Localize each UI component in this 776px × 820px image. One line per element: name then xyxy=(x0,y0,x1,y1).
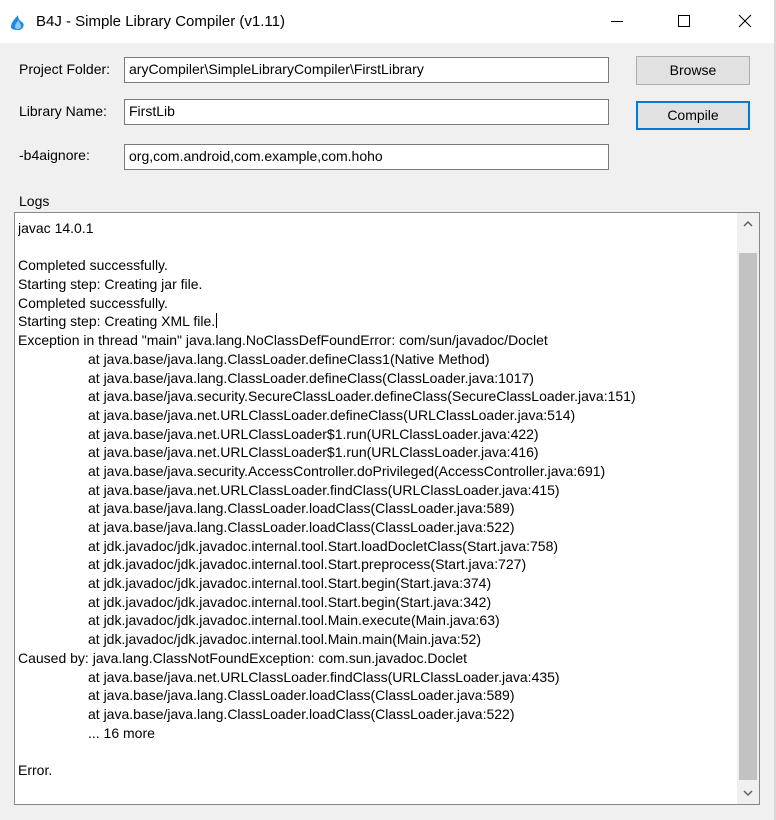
minimize-icon xyxy=(611,21,623,22)
scroll-down-button[interactable] xyxy=(737,782,759,804)
scroll-thumb[interactable] xyxy=(739,253,757,780)
log-line: at java.base/java.lang.ClassLoader.loadC… xyxy=(18,686,736,705)
log-line-text: at jdk.javadoc/jdk.javadoc.internal.tool… xyxy=(88,575,492,592)
log-line: at jdk.javadoc/jdk.javadoc.internal.tool… xyxy=(18,537,736,556)
log-line-text: at jdk.javadoc/jdk.javadoc.internal.tool… xyxy=(88,631,481,648)
log-line: at jdk.javadoc/jdk.javadoc.internal.tool… xyxy=(18,630,736,649)
log-line: at jdk.javadoc/jdk.javadoc.internal.tool… xyxy=(18,555,736,574)
close-button[interactable] xyxy=(722,0,768,43)
b4aignore-label: -b4aignore: xyxy=(19,147,90,163)
log-line: at java.base/java.net.URLClassLoader.def… xyxy=(18,406,736,425)
log-line-text: at jdk.javadoc/jdk.javadoc.internal.tool… xyxy=(88,556,527,573)
log-line-text: Starting step: Creating jar file. xyxy=(18,276,203,293)
log-line-text: Starting step: Creating XML file. xyxy=(18,313,216,330)
log-line-text: at java.base/java.net.URLClassLoader.fin… xyxy=(88,668,560,685)
log-line: Starting step: Creating XML file. xyxy=(18,312,736,331)
project-folder-value: aryCompiler\SimpleLibraryCompiler\FirstL… xyxy=(129,61,424,77)
b4aignore-input[interactable]: org,com.android,com.example,com.hoho xyxy=(124,144,609,170)
scroll-up-button[interactable] xyxy=(737,213,759,235)
log-line: Completed successfully. xyxy=(18,256,736,275)
log-line-text: at java.base/java.security.SecureClassLo… xyxy=(88,388,636,405)
log-line: at java.base/java.lang.ClassLoader.loadC… xyxy=(18,499,736,518)
b4j-logo-icon xyxy=(8,12,28,32)
log-line: ... 16 more xyxy=(18,724,736,743)
logs-textarea[interactable]: javac 14.0.1 Completed successfully. Start… xyxy=(14,212,760,805)
log-line: Error. xyxy=(18,761,736,780)
compile-button-label: Compile xyxy=(667,107,719,123)
maximize-button[interactable] xyxy=(661,0,707,43)
chevron-down-icon xyxy=(743,790,753,797)
compile-button[interactable]: Compile xyxy=(636,101,750,130)
log-line-text: at java.base/java.lang.ClassLoader.defin… xyxy=(88,350,490,367)
log-line-text: at java.base/java.net.URLClassLoader.def… xyxy=(88,406,576,423)
log-line-text: at java.base/java.net.URLClassLoader.fin… xyxy=(88,481,560,498)
log-line: Starting step: Creating jar file. xyxy=(18,275,736,294)
log-line: at jdk.javadoc/jdk.javadoc.internal.tool… xyxy=(18,611,736,630)
logs-content: javac 14.0.1 Completed successfully. Start… xyxy=(18,219,736,799)
log-line-text: at java.base/java.lang.ClassLoader.loadC… xyxy=(88,705,515,722)
log-line: at java.base/java.net.URLClassLoader.fin… xyxy=(18,668,736,687)
maximize-icon xyxy=(678,15,690,27)
library-name-value: FirstLib xyxy=(129,103,175,119)
close-icon xyxy=(738,14,752,28)
log-line: at java.base/java.security.AccessControl… xyxy=(18,462,736,481)
log-line-text: at jdk.javadoc/jdk.javadoc.internal.tool… xyxy=(88,537,559,554)
log-line-text: at java.base/java.security.AccessControl… xyxy=(88,462,606,479)
window-title: B4J - Simple Library Compiler (v1.11) xyxy=(36,13,285,30)
log-line-text: at java.base/java.net.URLClassLoader$1.r… xyxy=(88,444,539,461)
log-line-text: Exception in thread "main" java.lang.NoC… xyxy=(18,332,548,349)
log-line-text: javac 14.0.1 xyxy=(18,220,94,236)
log-line: at jdk.javadoc/jdk.javadoc.internal.tool… xyxy=(18,593,736,612)
log-line-text: at java.base/java.lang.ClassLoader.loadC… xyxy=(88,687,515,704)
logs-label: Logs xyxy=(19,193,50,209)
log-line: at java.base/java.net.URLClassLoader$1.r… xyxy=(18,425,736,444)
title-bar[interactable]: B4J - Simple Library Compiler (v1.11) xyxy=(0,0,776,43)
log-line-text: at java.base/java.lang.ClassLoader.loadC… xyxy=(88,519,515,535)
log-line-text: at jdk.javadoc/jdk.javadoc.internal.tool… xyxy=(88,612,500,629)
log-line: at java.base/java.net.URLClassLoader$1.r… xyxy=(18,443,736,462)
log-line-text: at java.base/java.net.URLClassLoader$1.r… xyxy=(88,425,539,442)
log-line: at jdk.javadoc/jdk.javadoc.internal.tool… xyxy=(18,574,736,593)
log-line: javac 14.0.1 xyxy=(18,219,736,238)
log-line-text: at jdk.javadoc/jdk.javadoc.internal.tool… xyxy=(88,593,492,610)
browse-button[interactable]: Browse xyxy=(636,56,750,85)
logs-scrollbar[interactable] xyxy=(737,213,759,804)
log-line-text: Completed successfully. xyxy=(18,257,168,274)
b4aignore-value: org,com.android,com.example,com.hoho xyxy=(129,148,383,164)
log-line-text: Error. xyxy=(18,761,53,778)
library-name-input[interactable]: FirstLib xyxy=(124,99,609,125)
log-line: at java.base/java.lang.ClassLoader.defin… xyxy=(18,369,736,388)
log-line-text: Completed successfully. xyxy=(18,294,168,311)
log-line-text: ... 16 more xyxy=(88,724,155,741)
log-line: Completed successfully. xyxy=(18,294,736,313)
minimize-button[interactable] xyxy=(594,0,640,43)
log-line-text: Caused by: java.lang.ClassNotFoundExcept… xyxy=(18,649,468,666)
log-line-text: at java.base/java.lang.ClassLoader.loadC… xyxy=(88,500,515,517)
log-line: at java.base/java.net.URLClassLoader.fin… xyxy=(18,481,736,500)
text-caret xyxy=(216,313,218,329)
library-name-label: Library Name: xyxy=(19,103,107,119)
log-line: at java.base/java.lang.ClassLoader.loadC… xyxy=(18,518,736,537)
log-line: Exception in thread "main" java.lang.NoC… xyxy=(18,331,736,350)
project-folder-input[interactable]: aryCompiler\SimpleLibraryCompiler\FirstL… xyxy=(124,57,609,83)
log-line: at java.base/java.security.SecureClassLo… xyxy=(18,387,736,406)
chevron-up-icon xyxy=(743,220,753,227)
log-line-text: at java.base/java.lang.ClassLoader.defin… xyxy=(88,369,534,386)
log-line: at java.base/java.lang.ClassLoader.defin… xyxy=(18,350,736,369)
log-line: at java.base/java.lang.ClassLoader.loadC… xyxy=(18,705,736,724)
log-line: Caused by: java.lang.ClassNotFoundExcept… xyxy=(18,649,736,668)
project-folder-label: Project Folder: xyxy=(19,61,111,77)
browse-button-label: Browse xyxy=(669,62,717,78)
